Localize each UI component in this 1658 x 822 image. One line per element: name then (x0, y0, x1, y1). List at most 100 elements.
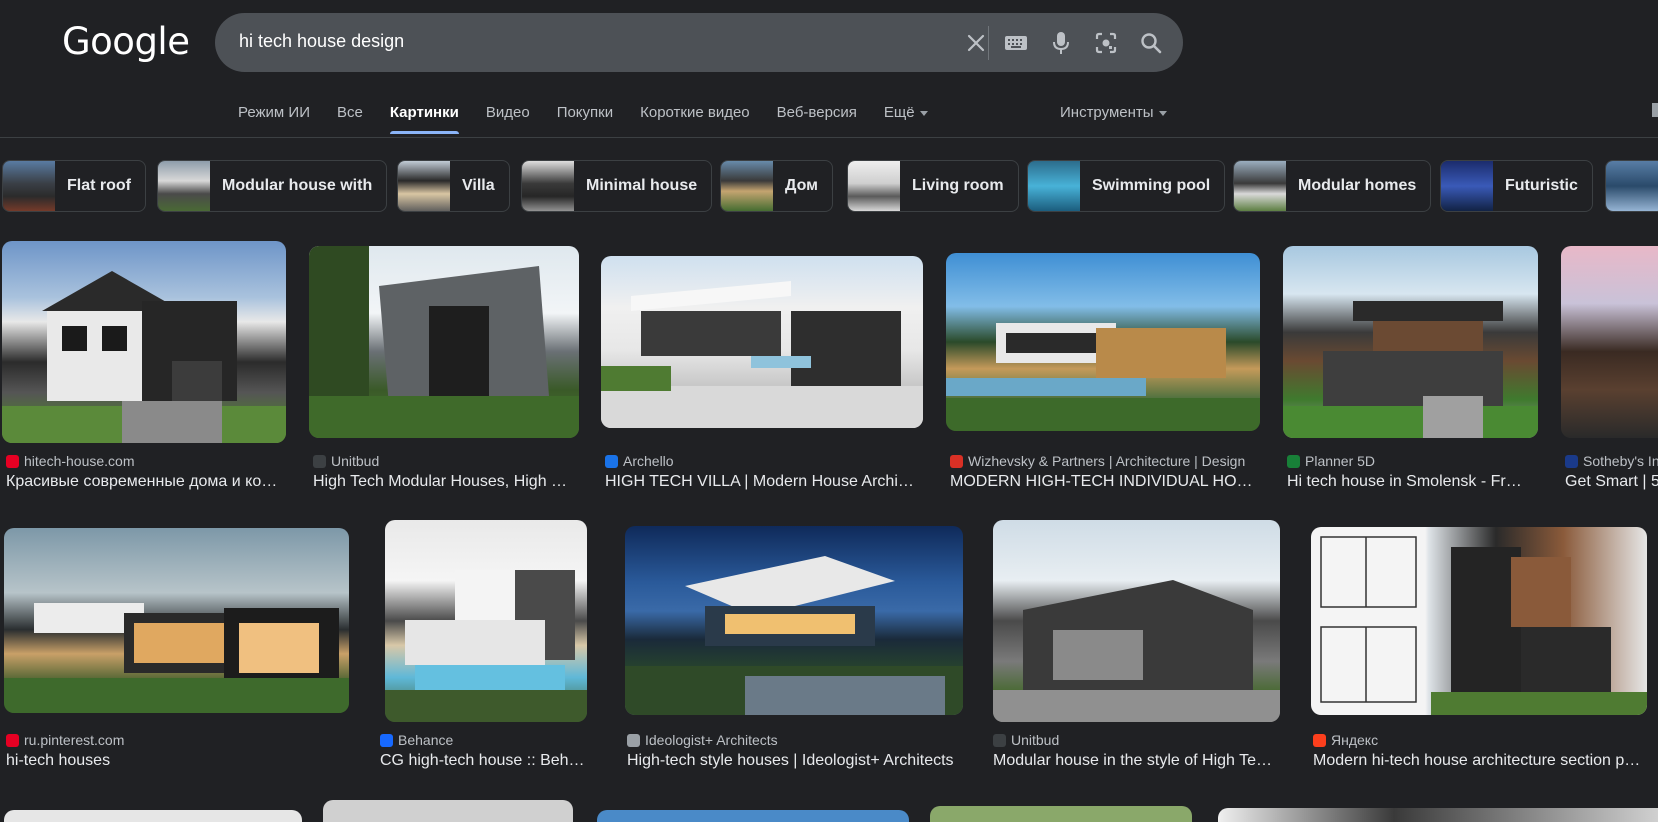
search-input[interactable]: hi tech house design (239, 31, 404, 52)
chip-thumbnail (848, 161, 900, 211)
chip-label: Living room (912, 177, 1004, 194)
sothebys-favicon-icon (1565, 454, 1578, 468)
result-source: Planner 5D (1287, 453, 1538, 469)
source-name: Яндекс (1331, 732, 1379, 748)
result-image[interactable] (993, 520, 1280, 722)
search-box[interactable]: hi tech house design (215, 13, 1183, 72)
search-icon[interactable] (1137, 29, 1165, 57)
result-title[interactable]: HIGH TECH VILLA | Modern House Archi… (605, 473, 923, 491)
chip-thumbnail (3, 161, 55, 211)
result-image[interactable] (1311, 527, 1647, 715)
source-name: ru.pinterest.com (24, 732, 125, 748)
result-image[interactable] (930, 806, 1192, 822)
result-image[interactable] (4, 810, 302, 822)
result-source: ru.pinterest.com (6, 732, 346, 748)
chip-modular-homes[interactable]: Modular homes (1233, 160, 1432, 212)
chip-label: Modular house with (222, 177, 373, 194)
tab-more-label: Ещё (883, 104, 915, 121)
result-image[interactable] (946, 253, 1260, 431)
source-name: Behance (398, 732, 454, 748)
source-name: Archello (623, 453, 674, 469)
chip-thumbnail (158, 161, 210, 211)
tab-videos[interactable]: Видео (486, 104, 530, 121)
result-image[interactable] (597, 810, 909, 822)
chip-futuristic[interactable]: Futuristic (1440, 160, 1593, 212)
chip-living-room[interactable]: Living room (847, 160, 1019, 212)
result-image[interactable] (1561, 246, 1658, 438)
result-image[interactable] (601, 256, 923, 428)
tools-label: Инструменты (1060, 104, 1154, 121)
chevron-down-icon (919, 110, 928, 116)
tab-images[interactable]: Картинки (389, 104, 459, 134)
chip-thumbnail (1441, 161, 1493, 211)
result-source: Ideologist+ Architects (627, 732, 963, 748)
result-source: Яндекс (1313, 732, 1647, 748)
chip-villa[interactable]: Villa (397, 160, 510, 212)
chip-thumbnail (721, 161, 773, 211)
result-image[interactable] (625, 526, 963, 715)
result-image[interactable] (1218, 808, 1658, 822)
result-image[interactable] (323, 800, 573, 822)
chip-flat-roof[interactable]: Flat roof (2, 160, 146, 212)
chip-thumbnail (1606, 161, 1658, 211)
tab-short-videos[interactable]: Короткие видео (640, 104, 750, 121)
source-name: Unitbud (331, 453, 380, 469)
chip-thumbnail (398, 161, 450, 211)
result-title[interactable]: CG high-tech house :: Beh… (380, 752, 590, 770)
pinterest-favicon-icon (6, 733, 19, 747)
wizhevsky-favicon-icon (950, 454, 963, 468)
result-source: hitech-house.com (6, 453, 286, 469)
result-title[interactable]: hi-tech houses (6, 752, 346, 770)
chip-label: Minimal house (586, 177, 698, 194)
result-source: Unitbud (993, 732, 1280, 748)
chip-label: Flat roof (67, 177, 131, 194)
search-divider (988, 26, 989, 60)
tab-all[interactable]: Все (337, 104, 363, 121)
ideologist-favicon-icon (627, 733, 640, 747)
result-image[interactable] (385, 520, 587, 722)
chip-more[interactable] (1605, 160, 1658, 212)
chip-dom[interactable]: Дом (720, 160, 833, 212)
source-name: hitech-house.com (24, 453, 135, 469)
clear-icon[interactable] (962, 29, 990, 57)
result-source: Archello (605, 453, 923, 469)
tools-button[interactable]: Инструменты (1060, 104, 1167, 121)
chip-modular-house[interactable]: Modular house with (157, 160, 388, 212)
keyboard-icon[interactable] (1002, 29, 1030, 57)
result-title[interactable]: Modular house in the style of High Te… (993, 752, 1280, 770)
unitbud-favicon-icon (993, 733, 1006, 747)
tab-shopping[interactable]: Покупки (557, 104, 613, 121)
result-title[interactable]: MODERN HIGH-TECH INDIVIDUAL HO… (950, 473, 1260, 491)
chevron-down-icon (1158, 110, 1167, 116)
chip-label: Futuristic (1505, 177, 1578, 194)
chip-swimming-pool[interactable]: Swimming pool (1027, 160, 1226, 212)
result-source: Behance (380, 732, 590, 748)
planner5d-favicon-icon (1287, 454, 1300, 468)
result-source: Unitbud (313, 453, 579, 469)
chip-thumbnail (1234, 161, 1286, 211)
result-title[interactable]: High-tech style houses | Ideologist+ Arc… (627, 752, 963, 770)
result-image[interactable] (2, 241, 286, 443)
tab-more[interactable]: Ещё (884, 104, 928, 121)
result-image[interactable] (1283, 246, 1538, 438)
result-image[interactable] (4, 528, 349, 713)
chip-label: Villa (462, 177, 495, 194)
result-image[interactable] (309, 246, 579, 438)
result-title[interactable]: High Tech Modular Houses, High … (313, 473, 579, 491)
result-title[interactable]: Красивые современные дома и ко… (6, 473, 286, 491)
result-source: Wizhevsky & Partners | Architecture | De… (950, 453, 1260, 469)
unitbud-favicon-icon (313, 454, 326, 468)
microphone-icon[interactable] (1047, 29, 1075, 57)
result-title[interactable]: Get Smart | 5 (1565, 473, 1658, 491)
search-tabs: Режим ИИ Все Картинки Видео Покупки Коро… (238, 104, 955, 134)
chip-minimal-house[interactable]: Minimal house (521, 160, 713, 212)
tab-ai-mode[interactable]: Режим ИИ (238, 104, 310, 121)
google-logo[interactable]: Google (62, 20, 190, 63)
result-title[interactable]: Modern hi-tech house architecture sectio… (1313, 752, 1647, 770)
result-title[interactable]: Hi tech house in Smolensk - Fr… (1287, 473, 1538, 491)
source-name: Wizhevsky & Partners | Architecture | De… (968, 453, 1246, 469)
tab-web[interactable]: Веб-версия (777, 104, 857, 121)
chip-label: Swimming pool (1092, 177, 1211, 194)
source-name: Sotheby's In (1583, 453, 1658, 469)
camera-lens-icon[interactable] (1092, 29, 1120, 57)
